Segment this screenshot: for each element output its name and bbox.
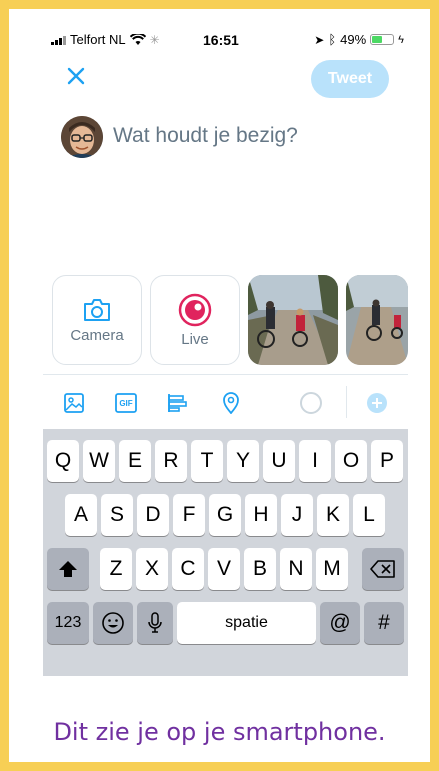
key-m[interactable]: M <box>316 548 348 590</box>
tweet-input[interactable]: Wat houdt je bezig? <box>113 124 298 148</box>
emoji-icon <box>102 612 124 634</box>
key-y[interactable]: Y <box>227 440 259 482</box>
wifi-icon <box>129 33 146 45</box>
space-key[interactable]: spatie <box>177 602 316 644</box>
carrier-name: Telfort NL <box>70 32 126 47</box>
key-f[interactable]: F <box>173 494 205 536</box>
keyboard: QWERTYUIOP ASDFGHJKL ZXCVBNM 123 spatie … <box>43 429 408 676</box>
key-a[interactable]: A <box>65 494 97 536</box>
microphone-icon <box>148 612 162 633</box>
location-arrow-icon: ➤ <box>314 32 325 47</box>
key-q[interactable]: Q <box>47 440 79 482</box>
key-z[interactable]: Z <box>100 548 132 590</box>
numbers-key[interactable]: 123 <box>47 602 89 644</box>
poll-icon[interactable] <box>165 391 189 415</box>
recent-photo[interactable] <box>346 275 408 365</box>
camera-button[interactable]: Camera <box>52 275 142 365</box>
shift-icon <box>59 561 77 577</box>
key-d[interactable]: D <box>137 494 169 536</box>
live-label: Live <box>181 330 209 348</box>
avatar <box>61 116 103 158</box>
key-l[interactable]: L <box>353 494 385 536</box>
status-bar: Telfort NL ✳ 16:51 ➤ ᛒ 49% ϟ <box>43 18 408 58</box>
divider <box>43 374 408 375</box>
key-x[interactable]: X <box>136 548 168 590</box>
phone-screen: Telfort NL ✳ 16:51 ➤ ᛒ 49% ϟ Tweet Wat h… <box>43 18 408 700</box>
battery-percent: 49% <box>340 32 367 47</box>
add-thread-icon[interactable] <box>365 391 389 415</box>
emoji-key[interactable] <box>93 602 133 644</box>
status-time: 16:51 <box>203 32 239 48</box>
tweet-button[interactable]: Tweet <box>311 60 389 98</box>
close-icon[interactable] <box>64 64 88 88</box>
status-left: Telfort NL ✳ <box>51 32 160 47</box>
gif-icon[interactable]: GIF <box>114 391 138 415</box>
shift-key[interactable] <box>47 548 89 590</box>
status-right: ➤ ᛒ 49% ϟ <box>314 32 404 47</box>
backspace-icon <box>370 560 395 578</box>
camera-label: Camera <box>70 326 124 344</box>
hash-key[interactable]: # <box>364 602 404 644</box>
location-pin-icon[interactable] <box>219 391 243 415</box>
key-i[interactable]: I <box>299 440 331 482</box>
toolbar-separator <box>346 386 347 418</box>
key-g[interactable]: G <box>209 494 241 536</box>
key-c[interactable]: C <box>172 548 204 590</box>
key-r[interactable]: R <box>155 440 187 482</box>
charging-icon: ϟ <box>398 33 404 46</box>
battery-icon <box>370 34 395 45</box>
live-icon <box>178 293 212 326</box>
key-w[interactable]: W <box>83 440 115 482</box>
key-j[interactable]: J <box>281 494 313 536</box>
signal-icon <box>51 35 66 45</box>
key-u[interactable]: U <box>263 440 295 482</box>
slide-caption: Dit zie je op je smartphone. <box>53 718 386 746</box>
key-n[interactable]: N <box>280 548 312 590</box>
key-b[interactable]: B <box>244 548 276 590</box>
at-key[interactable]: @ <box>320 602 360 644</box>
bluetooth-icon: ᛒ <box>328 32 337 47</box>
dictation-key[interactable] <box>137 602 173 644</box>
key-s[interactable]: S <box>101 494 133 536</box>
key-o[interactable]: O <box>335 440 367 482</box>
loading-icon: ✳ <box>149 32 160 47</box>
key-h[interactable]: H <box>245 494 277 536</box>
key-k[interactable]: K <box>317 494 349 536</box>
live-button[interactable]: Live <box>150 275 240 365</box>
image-icon[interactable] <box>62 391 86 415</box>
key-v[interactable]: V <box>208 548 240 590</box>
backspace-key[interactable] <box>362 548 404 590</box>
gif-text: GIF <box>119 398 133 408</box>
character-counter-icon <box>299 391 323 415</box>
key-e[interactable]: E <box>119 440 151 482</box>
camera-icon <box>84 298 110 321</box>
recent-photo[interactable] <box>248 275 338 365</box>
key-p[interactable]: P <box>371 440 403 482</box>
key-t[interactable]: T <box>191 440 223 482</box>
